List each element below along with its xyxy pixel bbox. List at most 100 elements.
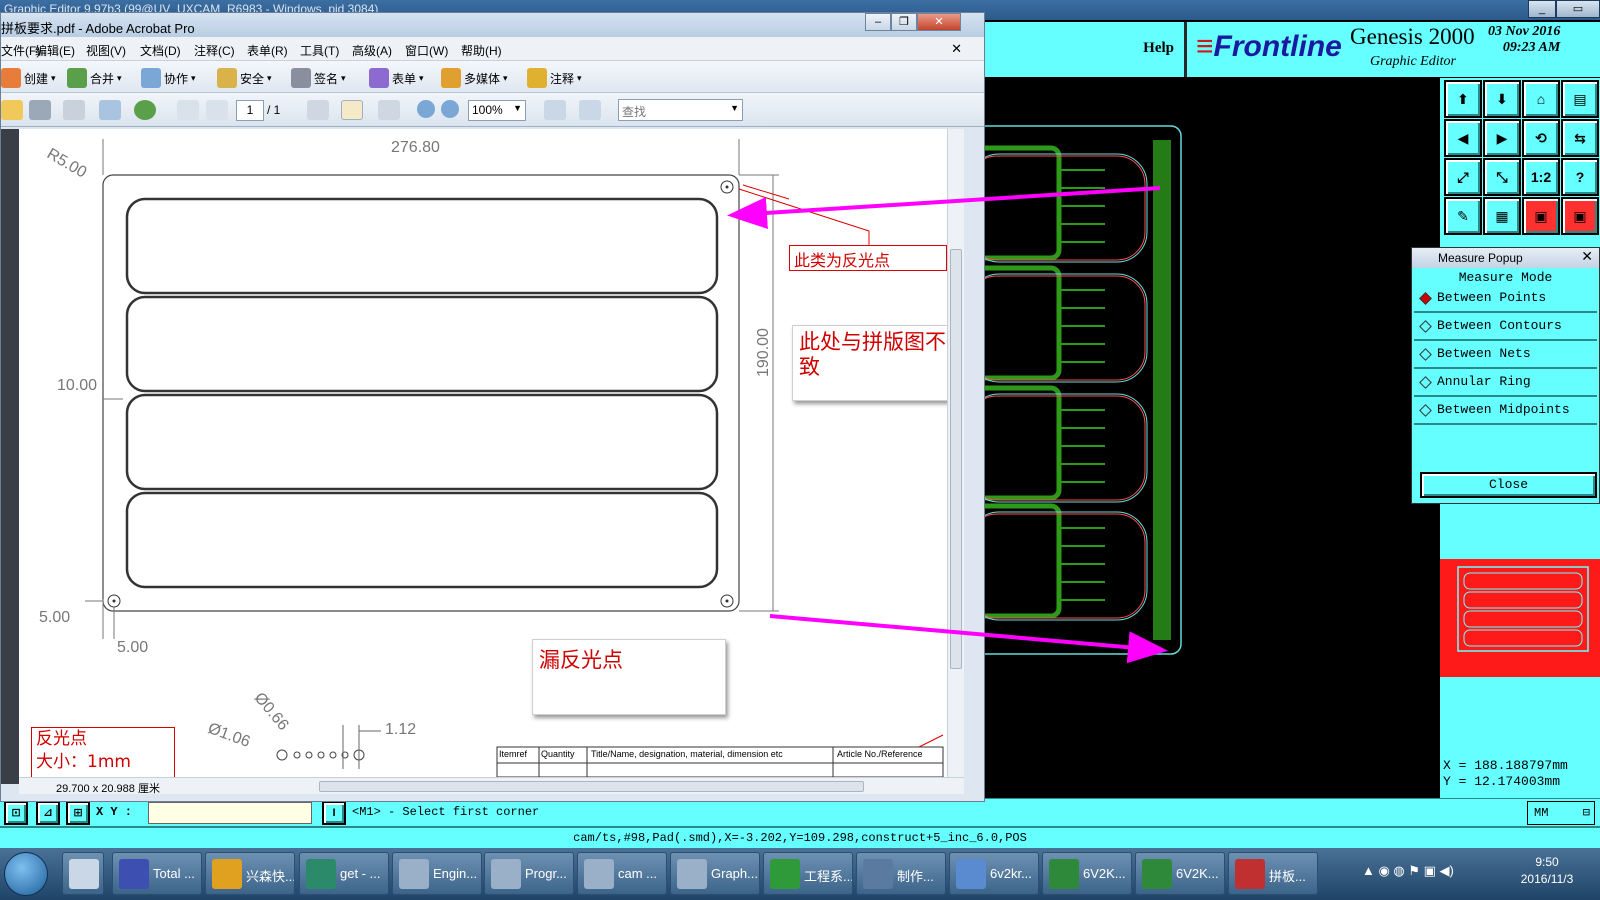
measure-close-button[interactable]: Close <box>1420 472 1597 498</box>
measure-mode-header: Measure Mode <box>1458 270 1553 285</box>
menu-item-8[interactable]: 窗口(W) <box>405 42 448 59</box>
panel-mini-preview[interactable] <box>1440 559 1600 677</box>
print-icon[interactable] <box>29 100 51 120</box>
tool-button-4[interactable]: ◀ <box>1444 119 1482 157</box>
zoom-out-icon[interactable] <box>417 100 435 118</box>
email-icon[interactable] <box>99 100 121 120</box>
radio-diamond-icon <box>1419 292 1432 305</box>
taskbar-item-8[interactable]: 制作... <box>856 852 946 895</box>
acrobat-close-button[interactable]: ✕ <box>917 13 961 31</box>
genesis-maximize-button[interactable]: ▭ <box>1556 0 1600 18</box>
acrobat-navigation-rail[interactable] <box>1 129 19 784</box>
toolbar-button-3[interactable]: 安全 ▾ <box>217 68 272 88</box>
menu-item-6[interactable]: 工具(T) <box>300 42 339 59</box>
toolbar-button-2[interactable]: 协作 ▾ <box>141 68 196 88</box>
taskbar-item-9[interactable]: 6v2kr... <box>949 852 1039 895</box>
acrobat-restore-button[interactable]: ❐ <box>891 13 917 31</box>
horizontal-scroll-thumb[interactable] <box>319 781 864 792</box>
zoom-tool-icon[interactable] <box>378 100 400 120</box>
fit-width-icon[interactable] <box>579 100 601 120</box>
xy-input[interactable] <box>148 802 312 824</box>
open-folder-icon[interactable] <box>1 100 23 120</box>
taskbar-item-2[interactable]: get - ... <box>299 852 389 895</box>
menu-item-1[interactable]: 编辑(E) <box>35 42 75 59</box>
taskbar-item-4[interactable]: Progr... <box>484 852 574 895</box>
hand-tool-icon[interactable] <box>341 100 363 120</box>
toolbar-button-5[interactable]: 表单 ▾ <box>369 68 424 88</box>
taskbar-item-6[interactable]: Graph... <box>670 852 760 895</box>
tool-button-9[interactable]: ⤡ <box>1483 158 1521 196</box>
tool-button-8[interactable]: ⤢ <box>1444 158 1482 196</box>
toolbar-button-4[interactable]: 签名 ▾ <box>291 68 346 88</box>
zoom-in-icon[interactable] <box>441 100 459 118</box>
grid-snap-icon[interactable]: ⊞ <box>66 801 90 825</box>
web-icon[interactable] <box>134 100 156 120</box>
pcb-canvas[interactable] <box>965 78 1440 798</box>
measure-popup-titlebar: Measure Popup ✕ <box>1412 248 1599 268</box>
taskbar-calculator[interactable] <box>62 852 104 895</box>
menu-item-9[interactable]: 帮助(H) <box>461 42 502 59</box>
board-outline <box>125 295 719 393</box>
taskbar-item-0[interactable]: Total ... <box>112 852 202 895</box>
system-tray[interactable]: ▲ ◉ ◍ ⚑ ▣ ◀) <box>1362 863 1454 879</box>
measure-option-0[interactable]: Between Points <box>1414 286 1597 313</box>
menu-item-4[interactable]: 注释(C) <box>194 42 235 59</box>
tool-button-1[interactable]: ⬇ <box>1483 80 1521 118</box>
tool-button-13[interactable]: ▦ <box>1483 197 1521 235</box>
toolbar-button-7[interactable]: 注释 ▾ <box>527 68 582 88</box>
taskbar-item-7[interactable]: 工程系... <box>763 852 853 895</box>
measure-option-4[interactable]: Between Midpoints <box>1414 398 1597 425</box>
tool-button-14[interactable]: ▣ <box>1522 197 1560 235</box>
tool-button-0[interactable]: ⬆ <box>1444 80 1482 118</box>
vertical-scroll-thumb[interactable] <box>950 249 962 669</box>
taskbar-item-3[interactable]: Engin... <box>392 852 482 895</box>
tool-button-5[interactable]: ▶ <box>1483 119 1521 157</box>
tool-button-2[interactable]: ⌂ <box>1522 80 1560 118</box>
menu-item-7[interactable]: 高级(A) <box>352 42 392 59</box>
search-input[interactable]: 查找 ▼ <box>618 99 743 121</box>
prev-page-icon[interactable] <box>177 100 199 120</box>
menu-item-3[interactable]: 文档(D) <box>140 42 181 59</box>
select-text-icon[interactable] <box>307 100 329 120</box>
tool-button-11[interactable]: ? <box>1561 158 1599 196</box>
tool-button-3[interactable]: ▤ <box>1561 80 1599 118</box>
select-mode-icon[interactable]: ⊡ <box>4 801 28 825</box>
start-button[interactable] <box>4 852 48 896</box>
toolbar-button-6[interactable]: 多媒体 ▾ <box>441 68 508 88</box>
taskbar-item-11[interactable]: 6V2K... <box>1135 852 1225 895</box>
tool-button-7[interactable]: ⇆ <box>1561 119 1599 157</box>
tool-button-15[interactable]: ▣ <box>1561 197 1599 235</box>
menu-item-2[interactable]: 视图(V) <box>86 42 126 59</box>
measure-option-3[interactable]: Annular Ring <box>1414 370 1597 397</box>
tool-button-12[interactable]: ✎ <box>1444 197 1482 235</box>
acrobat-minimize-button[interactable]: – <box>865 13 891 31</box>
measure-option-2[interactable]: Between Nets <box>1414 342 1597 369</box>
pdf-document-area[interactable]: 276.80 R5.00 10.00 190.00 5.00 5.00 Ø0.6… <box>19 129 947 777</box>
measure-popup-close-icon[interactable]: ✕ <box>1581 248 1593 265</box>
next-page-icon[interactable] <box>206 100 228 120</box>
taskbar-clock[interactable]: 9:50 2016/11/3 <box>1502 854 1592 888</box>
menu-item-5[interactable]: 表单(R) <box>247 42 288 59</box>
fit-page-icon[interactable] <box>544 100 566 120</box>
tool-button-6[interactable]: ⟲ <box>1522 119 1560 157</box>
zoom-select[interactable]: 100% ▼ <box>468 100 526 121</box>
taskbar-item-12[interactable]: 拼板... <box>1228 852 1318 895</box>
save-icon[interactable] <box>63 100 85 120</box>
info-icon[interactable]: I <box>322 801 346 825</box>
genesis-minimize-button[interactable]: _ <box>1528 0 1556 18</box>
toolbar-button-0[interactable]: 创建 ▾ <box>1 68 56 88</box>
pdf-vertical-scrollbar[interactable] <box>947 129 964 777</box>
page-number-input[interactable]: 1 <box>236 100 264 121</box>
taskbar-item-5[interactable]: cam ... <box>577 852 667 895</box>
measure-mode-icon[interactable]: ⊿ <box>36 801 60 825</box>
tool-button-10[interactable]: 1:2 <box>1522 158 1560 196</box>
doc-close-icon[interactable]: ✕ <box>951 41 962 57</box>
measure-option-1[interactable]: Between Contours <box>1414 314 1597 341</box>
help-button[interactable]: Help <box>965 22 1187 77</box>
units-selector[interactable]: MM ⊟ <box>1527 801 1595 825</box>
pdf-horizontal-scrollbar[interactable]: 29.700 x 20.988 厘米 <box>19 777 964 795</box>
title-block-header-3: Article No./Reference <box>837 749 923 759</box>
taskbar-item-10[interactable]: 6V2K... <box>1042 852 1132 895</box>
taskbar-item-1[interactable]: 兴森快... <box>205 852 295 895</box>
toolbar-button-1[interactable]: 合并 ▾ <box>67 68 122 88</box>
